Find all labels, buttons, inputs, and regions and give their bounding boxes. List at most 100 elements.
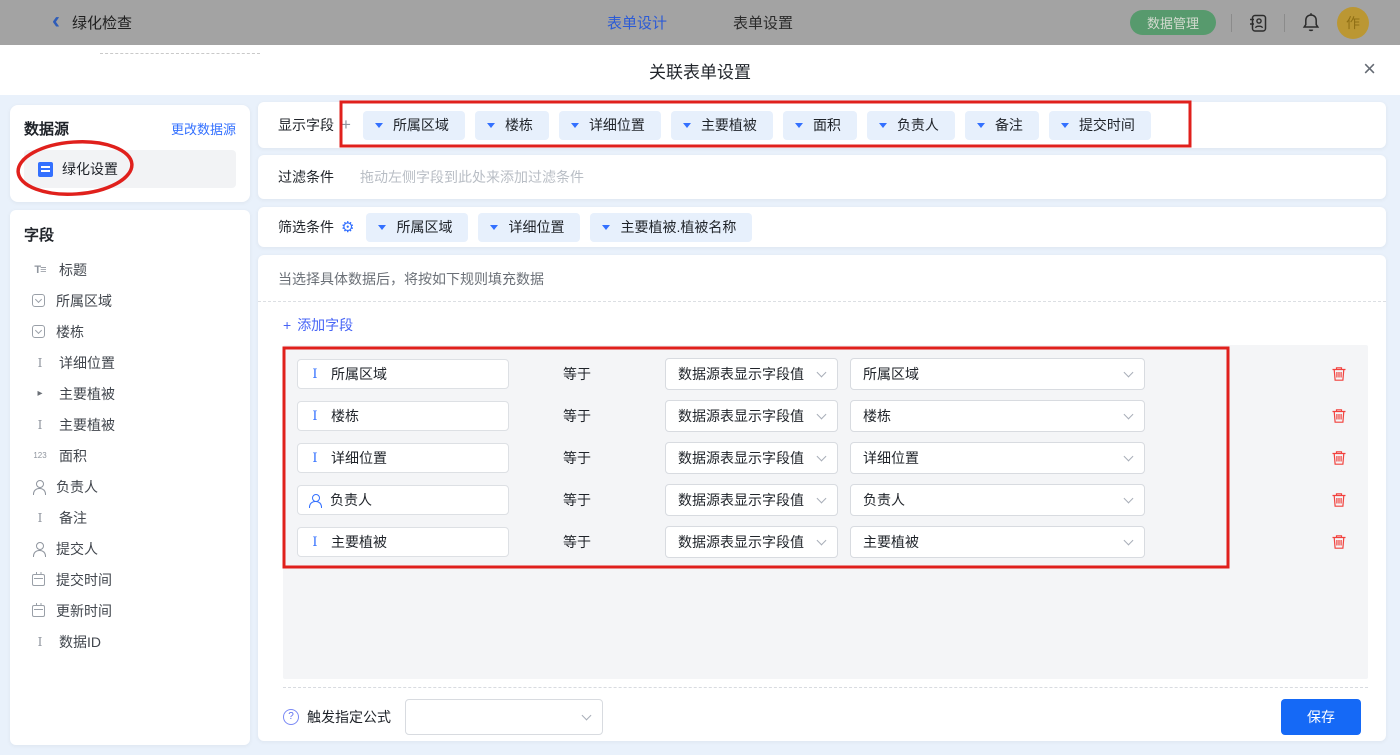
field-tag[interactable]: 面积 [783,111,857,140]
rule-field-input[interactable]: I 详细位置 [297,443,509,473]
field-item[interactable]: 123 面积 [24,440,236,471]
rule-value-select[interactable]: 楼栋 [850,400,1145,432]
change-datasource-link[interactable]: 更改数据源 [171,119,236,138]
text-field-icon: I [32,511,48,525]
field-item[interactable]: 所属区域 [24,285,236,316]
rule-row: I 所属区域 等于 数据源表显示字段值 所属区域 [283,359,1368,389]
datasource-title: 数据源 [24,118,69,139]
rule-source-select[interactable]: 数据源表显示字段值 [665,400,838,432]
chevron-down-icon [817,452,827,462]
tab-form-design[interactable]: 表单设计 [607,12,667,33]
related-form-settings-modal: 关联表单设置 × 数据源 更改数据源 绿化设置 字段 T≡ 标题 所属区域 楼栋 [0,45,1400,755]
rule-source-select[interactable]: 数据源表显示字段值 [665,484,838,516]
chevron-down-icon [817,536,827,546]
chevron-down-icon [1124,536,1134,546]
rule-field-input[interactable]: I 所属区域 [297,359,509,389]
field-item[interactable]: 楼栋 [24,316,236,347]
field-item[interactable]: I 数据ID [24,626,236,657]
field-tag[interactable]: 提交时间 [1049,111,1151,140]
triangle-down-icon [1061,123,1069,128]
field-tag[interactable]: 详细位置 [559,111,661,140]
chevron-down-icon [582,710,592,720]
filter-drop-zone[interactable]: 拖动左侧字段到此处来添加过滤条件 [360,167,584,187]
triangle-down-icon [375,123,383,128]
field-item-label: 详细位置 [59,353,115,373]
field-tag[interactable]: 主要植被 [671,111,773,140]
fields-title: 字段 [24,227,54,244]
text-field-icon: I [308,409,322,424]
chevron-down-icon [1124,368,1134,378]
field-tag[interactable]: 备注 [965,111,1039,140]
field-tag[interactable]: 负责人 [867,111,955,140]
text-field-icon: I [32,356,48,370]
screen-condition-label: 筛选条件 [278,217,334,237]
chevron-down-icon [817,410,827,420]
rule-field-input[interactable]: I 主要植被 [297,527,509,557]
rule-source-select[interactable]: 数据源表显示字段值 [665,442,838,474]
person-field-icon [308,494,321,507]
field-item[interactable]: I 主要植被 [24,409,236,440]
fields-list: T≡ 标题 所属区域 楼栋 I 详细位置 ▸ 主要植被 I 主要植被 123 面… [24,254,236,657]
rule-field-input[interactable]: I 楼栋 [297,401,509,431]
field-item[interactable]: 提交人 [24,533,236,564]
field-tag[interactable]: 所属区域 [363,111,465,140]
field-tag[interactable]: 详细位置 [478,213,580,242]
fill-rules-card: 当选择具体数据后，将按如下规则填充数据 + 添加字段 I 所属区域 等于 数据源… [258,255,1386,741]
topbar: ‹ 绿化检查 表单设计 表单设置 数据管理 作 [0,0,1400,45]
text-field-icon: I [308,367,322,382]
rule-value-select[interactable]: 详细位置 [850,442,1145,474]
field-item[interactable]: I 详细位置 [24,347,236,378]
trash-icon[interactable] [1330,407,1348,425]
field-item[interactable]: T≡ 标题 [24,254,236,285]
field-item-label: 主要植被 [59,415,115,435]
field-item[interactable]: ▸ 主要植被 [24,378,236,409]
dashed-underline [100,53,260,54]
formula-select[interactable] [405,699,603,735]
field-tag[interactable]: 所属区域 [366,213,468,242]
add-field-button[interactable]: + 添加字段 [283,315,353,335]
calendar-icon [32,605,45,617]
gear-icon[interactable]: ⚙ [341,220,354,235]
rule-value-select[interactable]: 所属区域 [850,358,1145,390]
triangle-down-icon [683,123,691,128]
field-item[interactable]: I 备注 [24,502,236,533]
trash-icon[interactable] [1330,533,1348,551]
fill-rules-hint: 当选择具体数据后，将按如下规则填充数据 [258,255,1386,302]
trigger-formula-label: 触发指定公式 [307,707,391,727]
datasource-panel: 数据源 更改数据源 绿化设置 [10,105,250,202]
help-icon[interactable]: ? [283,709,299,725]
chevron-down-icon [817,494,827,504]
field-item[interactable]: 更新时间 [24,595,236,626]
field-tag[interactable]: 主要植被.植被名称 [590,213,752,242]
field-item[interactable]: 提交时间 [24,564,236,595]
rule-row: I 主要植被 等于 数据源表显示字段值 主要植被 [283,527,1368,557]
field-item-label: 备注 [59,508,87,528]
rule-source-select[interactable]: 数据源表显示字段值 [665,358,838,390]
screen-condition-row: 筛选条件 ⚙ 所属区域 详细位置 主要植被.植被名称 [258,207,1386,247]
datasource-item-label: 绿化设置 [62,159,118,179]
rule-row: I 详细位置 等于 数据源表显示字段值 详细位置 [283,443,1368,473]
tab-form-settings[interactable]: 表单设置 [733,12,793,33]
add-display-field-button[interactable]: + [341,115,351,135]
rule-source-select[interactable]: 数据源表显示字段值 [665,526,838,558]
rule-value-select[interactable]: 负责人 [850,484,1145,516]
save-button[interactable]: 保存 [1281,699,1361,735]
datasource-item[interactable]: 绿化设置 [24,150,236,188]
field-item[interactable]: 负责人 [24,471,236,502]
trash-icon[interactable] [1330,449,1348,467]
rule-field-input[interactable]: 负责人 [297,485,509,515]
text-field-icon: I [308,451,322,466]
field-tag[interactable]: 楼栋 [475,111,549,140]
triangle-down-icon [378,225,386,230]
close-icon[interactable]: × [1363,57,1376,81]
rule-value-select[interactable]: 主要植被 [850,526,1145,558]
calendar-icon [32,574,45,586]
trash-icon[interactable] [1330,365,1348,383]
rules-panel: I 所属区域 等于 数据源表显示字段值 所属区域 I 楼栋 等于 数据源表显示字… [283,345,1368,679]
fields-panel: 字段 T≡ 标题 所属区域 楼栋 I 详细位置 ▸ 主要植被 I 主要植被 12 [10,210,250,745]
display-fields-label: 显示字段 [278,115,334,135]
triangle-down-icon [977,123,985,128]
field-item-label: 楼栋 [56,322,84,342]
trash-icon[interactable] [1330,491,1348,509]
caret-right-icon: ▸ [32,388,48,399]
